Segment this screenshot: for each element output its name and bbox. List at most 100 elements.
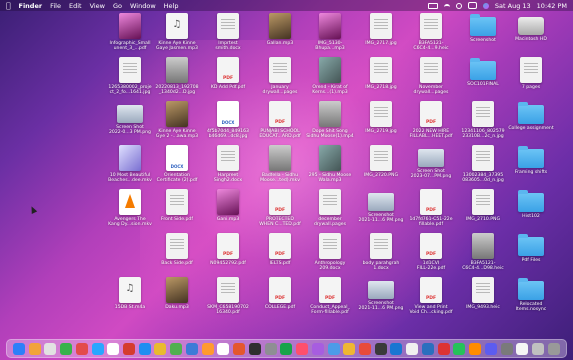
dock-app-icon[interactable] [500,342,513,355]
desktop-item[interactable]: Hist102 [503,189,559,219]
desktop-item-label: december drywall.pages [314,217,346,228]
desktop-item[interactable]: Conduct_Appeal_ Form-fillable.pdf [302,277,358,316]
desktop-item[interactable]: Harpreet Singh2.docx [200,145,256,184]
menu-view[interactable]: View [90,2,105,10]
desktop-item[interactable]: IMG_2719.jpg [353,101,409,134]
dock-app-icon[interactable] [311,342,324,355]
menu-app-name[interactable]: Finder [19,2,43,10]
dock-app-icon[interactable] [453,342,466,355]
desktop-item[interactable]: College assignment [503,101,559,131]
control-center-icon[interactable] [467,2,477,9]
desktop-item[interactable]: Screenshot 2021-11...6 PM.png [353,189,409,224]
desktop-item[interactable]: KD Add Pdf.pdf [200,57,256,90]
desktop-item[interactable]: IMG_2720.PNG [353,145,409,178]
desktop-item[interactable]: Anthropology 209.docx [302,233,358,272]
dock-app-icon[interactable] [217,342,230,355]
dock-app-icon[interactable] [484,342,497,355]
desktop-item[interactable]: IMG_2717.jpg [353,13,409,46]
siri-icon[interactable] [482,2,489,9]
dock-app-icon[interactable] [170,342,183,355]
dock-app-icon[interactable] [264,342,277,355]
dock-app-icon[interactable] [547,342,560,355]
dock-app-icon[interactable] [532,342,545,355]
desktop-item[interactable]: body parahgrah 1.docx [353,233,409,272]
menu-help[interactable]: Help [164,2,179,10]
desktop-item[interactable]: IMG_2718.jpg [353,57,409,90]
desktop-item[interactable]: Imprtest smith.docx [200,13,256,52]
dock-app-icon[interactable] [343,342,356,355]
desktop-item[interactable]: View and Print Void Ch...cking.pdf [403,277,459,316]
battery-icon[interactable] [427,2,438,9]
desktop-item[interactable]: IMG_5130- Bhupa...mp3 [302,13,358,52]
dock-app-icon[interactable] [280,342,293,355]
dock-app-icon[interactable] [516,342,529,355]
menu-date[interactable]: Sat Aug 13 [495,2,531,10]
dock-app-icon[interactable] [12,342,25,355]
dock-app-icon[interactable] [327,342,340,355]
desktop-item[interactable]: Screen Shot 2023-07...PM.png [403,145,459,180]
desktop-item[interactable]: Kinne Aye Kinne Gye 2 -...awa.mp3 [149,101,205,140]
apple-menu-icon[interactable]:  [6,1,11,10]
dock-app-icon[interactable] [123,342,135,355]
desktop-item[interactable]: IELTS.pdf [252,233,308,266]
dock-app-icon[interactable] [44,342,57,355]
desktop-item[interactable]: Kinne Aye Kinne Gaye Jasmen.mp3 [149,13,205,52]
dock-app-icon[interactable] [296,342,309,355]
dock-app-icon[interactable] [75,342,88,355]
desktop-item[interactable]: 1d1CVI FILL-22e.pdf [403,233,459,272]
dock-app-icon[interactable] [107,342,120,355]
desktop-item[interactable]: PROTECTED WHEN C...TED.pdf [252,189,308,228]
dock-app-icon[interactable] [28,342,41,355]
desktop-item[interactable]: Gani.mp3 [200,189,256,222]
dock-app-icon[interactable] [91,342,104,355]
desktop-item[interactable]: 295 - Sidhu Moose Wala.mp3 [302,145,358,184]
desktop-item[interactable]: Relocated Items.nosync [503,277,559,313]
desktop-item[interactable]: 4f5b70d4_849163 b46d69...dc8.jpg [200,101,256,140]
menu-time[interactable]: 10:42 PM [537,2,567,10]
dock-app-icon[interactable] [374,342,387,355]
menu-edit[interactable]: Edit [69,2,82,10]
desktop-item[interactable]: November drywall...pages [403,57,459,96]
desktop-item[interactable]: Framing shifts [503,145,559,175]
desktop-item[interactable]: COLLEGE.pdf [252,277,308,310]
desktop-item[interactable]: Dope Shit Song Sidhu Moose(1).mp4 [302,101,358,140]
dock-app-icon[interactable] [359,342,372,355]
wifi-icon[interactable] [443,3,450,8]
dock-app-icon[interactable] [421,342,434,355]
desktop-item[interactable]: 7 pages [503,57,559,90]
desktop-item[interactable]: B3FA5121- C6C4-4...9.heic [403,13,459,52]
menu-file[interactable]: File [50,2,61,10]
desktop-item[interactable]: december drywall.pages [302,189,358,228]
desktop-item[interactable]: Gallan.mp3 [252,13,308,46]
desktop-item[interactable]: Daku.mp3 [149,277,205,310]
desktop-item[interactable]: 2022 NEW HIRE FILLABL...HEET.pdf [403,101,459,140]
dock-app-icon[interactable] [233,342,246,355]
dock-app-icon[interactable] [185,342,198,355]
desktop-item[interactable]: Orend - Kirat of Kerns...(1).mp3 [302,57,358,96]
dock-app-icon[interactable] [60,342,73,355]
dock-app-icon[interactable] [390,342,403,355]
desktop-item[interactable]: Screenshot 2021-11...6 PM.png [353,277,409,312]
desktop-item[interactable]: N09452792.pdf [200,233,256,266]
desktop-item[interactable]: Front Side.pdf [149,189,205,222]
spotlight-search-icon[interactable] [455,2,462,9]
desktop-item[interactable]: Pdf Files [503,233,559,263]
menu-window[interactable]: Window [130,2,156,10]
dock-app-icon[interactable] [248,342,261,355]
menu-go[interactable]: Go [113,2,122,10]
desktop-item[interactable]: Orientation Certificate (2).pdf [149,145,205,184]
desktop-item[interactable]: January drywall...pages [252,57,308,96]
desktop-item[interactable]: Badfella - Sidhu Moose...ted).mkv [252,145,308,184]
dock-app-icon[interactable] [154,342,167,355]
desktop-item[interactable]: SKM_C658190702 16340.pdf [200,277,256,316]
desktop-item[interactable]: Macintosh HD [503,13,559,42]
desktop-item[interactable]: PUNJABI SCHOOL EDUCAT...ARD.pdf [252,101,308,140]
desktop-item[interactable]: 20220813_192708 _1340d2...D.jpg [149,57,205,96]
dock-app-icon[interactable] [201,342,214,355]
dock-app-icon[interactable] [469,342,482,355]
dock-app-icon[interactable] [138,342,151,355]
desktop-item[interactable]: 1d7fd761-C51-22e fillable.pdf [403,189,459,228]
dock-app-icon[interactable] [437,342,450,355]
dock-app-icon[interactable] [406,342,419,355]
desktop-item[interactable]: Back Side.pdf [149,233,205,266]
